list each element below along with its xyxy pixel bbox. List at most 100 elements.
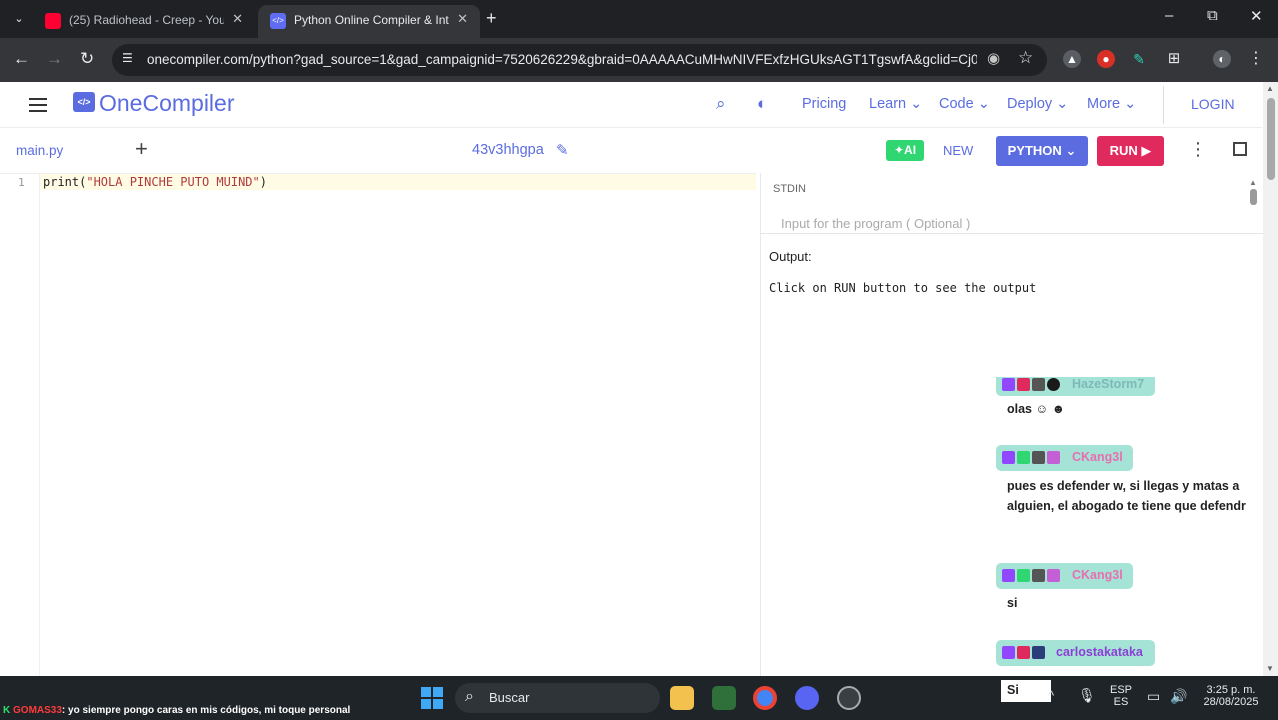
language-indicator[interactable]: ESP ES [1106, 684, 1136, 708]
youtube-favicon-icon [45, 13, 61, 29]
chevron-down-icon: ⌄ [1056, 96, 1069, 112]
scroll-up-icon[interactable]: ▲ [1249, 178, 1259, 187]
line-gutter [0, 174, 40, 677]
output-text: Click on RUN button to see the output [769, 281, 1037, 295]
stdin-label: STDIN [773, 183, 806, 195]
nav-learn[interactable]: Learn ⌄ [869, 96, 922, 112]
profile-avatar[interactable]: ◐ [1213, 50, 1231, 68]
chat-username: CKang3l [1072, 568, 1123, 582]
obs-app-icon[interactable] [837, 686, 861, 710]
chevron-down-icon: ⌄ [1065, 143, 1077, 158]
extension-icon[interactable]: ▲ [1063, 50, 1081, 68]
more-options-icon[interactable]: ⋮ [1189, 139, 1207, 160]
microphone-icon[interactable]: 🎙 [1078, 687, 1096, 704]
edit-pencil-icon[interactable]: ✎ [556, 141, 569, 159]
code-line[interactable]: print("HOLA PINCHE PUTO MUIND") [43, 175, 267, 189]
stream-ticker: K GOMAS33: yo siempre pongo caras en mis… [3, 705, 351, 716]
close-window-button[interactable]: ✕ [1250, 7, 1263, 25]
tray-chevron-icon[interactable]: ^ [1048, 688, 1054, 703]
scroll-thumb[interactable] [1267, 98, 1275, 180]
tab-title: Python Online Compiler & Interpreter [294, 13, 449, 27]
browser-menu-icon[interactable]: ⋮ [1247, 50, 1265, 68]
header-divider [1163, 86, 1164, 124]
stdin-input[interactable]: Input for the program ( Optional ) [781, 216, 970, 232]
reload-button[interactable]: ↻ [80, 49, 94, 69]
taskbar-search[interactable]: ⌕ Buscar [455, 683, 660, 713]
browser-tab-onecompiler[interactable]: </> Python Online Compiler & Interpreter… [258, 5, 480, 38]
nav-code[interactable]: Code ⌄ [939, 96, 990, 112]
chat-username-tag: carlostakataka [996, 640, 1155, 666]
translate-extension-icon[interactable]: ✎ [1130, 50, 1148, 68]
close-tab-icon[interactable]: ✕ [457, 11, 468, 27]
bookmark-star-icon[interactable]: ☆ [1018, 48, 1033, 68]
page-scrollbar[interactable]: ▲ ▼ [1263, 82, 1278, 676]
language-select[interactable]: PYTHON ⌄ [996, 136, 1088, 166]
scroll-up-icon[interactable]: ▲ [1266, 84, 1274, 93]
output-label: Output: [769, 249, 812, 264]
network-icon[interactable]: ▭ [1147, 688, 1160, 705]
address-bar[interactable]: ☰ onecompiler.com/python?gad_source=1&ga… [112, 44, 1047, 76]
chat-username: HazeStorm7 [1072, 377, 1145, 391]
minimize-button[interactable]: – [1165, 7, 1173, 24]
chat-badges [1002, 378, 1060, 392]
scroll-down-icon[interactable]: ▼ [1266, 664, 1274, 673]
app-header: </> OneCompiler ⌕ ◐ Pricing Learn ⌄ Code… [0, 82, 1262, 128]
clock[interactable]: 3:25 p. m. 28/08/2025 [1196, 684, 1266, 708]
chrome-app-icon[interactable] [753, 686, 777, 710]
excel-app-icon[interactable] [712, 686, 736, 710]
kick-icon: K [3, 705, 11, 716]
add-file-button[interactable]: + [135, 138, 148, 160]
site-info-icon[interactable]: ☰ [122, 51, 136, 67]
chat-badges [1002, 569, 1060, 583]
back-button[interactable]: ← [13, 49, 30, 69]
browser-tab-youtube[interactable]: (25) Radiohead - Creep - YouTube ✕ [33, 5, 255, 38]
chevron-down-icon: ⌄ [910, 96, 923, 112]
search-icon: ⌕ [465, 688, 474, 705]
chevron-down-icon: ⌄ [1124, 96, 1137, 112]
chat-message: Si [1001, 680, 1051, 702]
line-number: 1 [18, 176, 25, 189]
chat-username-tag: HazeStorm7 [996, 377, 1155, 396]
chat-message: olas ☺ ☻ [1001, 399, 1091, 421]
chat-message: si [1001, 593, 1041, 615]
chat-badges [1002, 451, 1060, 465]
stdin-scrollbar[interactable]: ▲ [1249, 178, 1259, 234]
tracking-eye-off-icon[interactable]: ◉ [987, 49, 1000, 67]
tab-search-chevron-icon[interactable]: ⌄ [8, 8, 30, 30]
emote-icon: ☺ ☻ [1035, 402, 1065, 416]
volume-icon[interactable]: 🔊 [1170, 688, 1187, 705]
browser-tab-bar: ⌄ (25) Radiohead - Creep - YouTube ✕ </>… [0, 0, 1278, 38]
code-editor[interactable]: 1 print("HOLA PINCHE PUTO MUIND") [0, 173, 756, 677]
new-tab-button[interactable]: + [486, 8, 497, 28]
windows-start-icon[interactable] [421, 687, 443, 709]
restore-button[interactable]: ⧉ [1207, 7, 1218, 24]
chat-username-tag: CKang3l [996, 563, 1133, 589]
ai-button[interactable]: ✦AI [886, 140, 924, 161]
chat-username-tag: CKang3l [996, 445, 1133, 471]
editor-toolbar: main.py + 43v3hhgpa ✎ ✦AI NEW PYTHON ⌄ R… [0, 129, 1262, 173]
fullscreen-icon[interactable] [1233, 142, 1247, 156]
code-title[interactable]: 43v3hhgpa [472, 142, 544, 158]
file-explorer-icon[interactable] [670, 686, 694, 710]
nav-more[interactable]: More ⌄ [1087, 96, 1136, 112]
run-button[interactable]: RUN ▶ [1097, 136, 1164, 166]
new-button[interactable]: NEW [943, 143, 973, 158]
site-logo-text[interactable]: OneCompiler [99, 90, 235, 117]
theme-toggle-icon[interactable]: ◐ [757, 94, 767, 114]
search-icon[interactable]: ⌕ [716, 94, 726, 114]
nav-deploy[interactable]: Deploy ⌄ [1007, 96, 1068, 112]
divider [761, 233, 1263, 234]
forward-button[interactable]: → [46, 49, 63, 69]
file-tab-main[interactable]: main.py [16, 143, 63, 158]
discord-app-icon[interactable] [795, 686, 819, 710]
extensions-puzzle-icon[interactable]: ⊞ [1165, 50, 1183, 68]
adblock-extension-icon[interactable]: ● [1097, 50, 1115, 68]
chat-username: carlostakataka [1056, 645, 1143, 659]
onecompiler-logo-icon[interactable]: </> [73, 92, 95, 112]
close-tab-icon[interactable]: ✕ [232, 11, 243, 27]
hamburger-menu-icon[interactable] [29, 98, 47, 112]
login-button[interactable]: LOGIN [1191, 96, 1235, 112]
nav-pricing[interactable]: Pricing [802, 96, 846, 112]
chat-badges [1002, 646, 1045, 660]
scroll-thumb[interactable] [1250, 189, 1257, 205]
